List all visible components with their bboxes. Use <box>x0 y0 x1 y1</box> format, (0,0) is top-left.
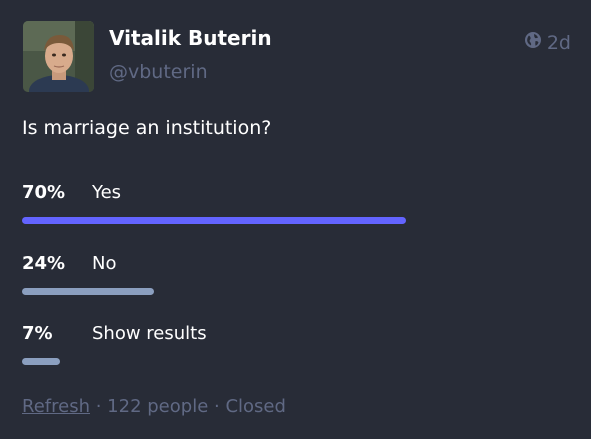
poll-option-label: No <box>92 253 117 274</box>
author-handle[interactable]: @vbuterin <box>109 61 208 83</box>
poll-post: Vitalik Buterin @vbuterin 2d Is marriage… <box>0 0 591 439</box>
poll-question: Is marriage an institution? <box>22 117 272 139</box>
footer-separator: · <box>214 396 226 417</box>
poll-option-bar <box>22 288 154 295</box>
refresh-link[interactable]: Refresh <box>22 396 90 417</box>
poll-option-label: Show results <box>92 323 207 344</box>
poll-option-percent: 7% <box>22 323 53 344</box>
poll-option-percent: 24% <box>22 253 66 274</box>
poll-option-bar <box>22 358 60 365</box>
poll-option-percent: 70% <box>22 182 66 203</box>
post-timestamp[interactable]: 2d <box>524 31 571 54</box>
poll-status: Closed <box>225 396 286 417</box>
poll-option-yes: 70% Yes <box>22 182 572 230</box>
voter-count: 122 people <box>107 396 209 417</box>
poll-option-label: Yes <box>92 182 122 203</box>
avatar-image <box>23 21 94 92</box>
footer-separator: · <box>95 396 108 417</box>
globe-icon <box>524 31 542 54</box>
poll-option-no: 24% No <box>22 253 572 301</box>
avatar[interactable] <box>23 21 94 92</box>
poll-footer: Refresh · 122 people · Closed <box>22 396 286 417</box>
author-display-name[interactable]: Vitalik Buterin <box>109 26 272 50</box>
poll-option-show-results: 7% Show results <box>22 323 572 371</box>
poll-option-bar <box>22 217 406 224</box>
relative-time: 2d <box>546 31 571 54</box>
